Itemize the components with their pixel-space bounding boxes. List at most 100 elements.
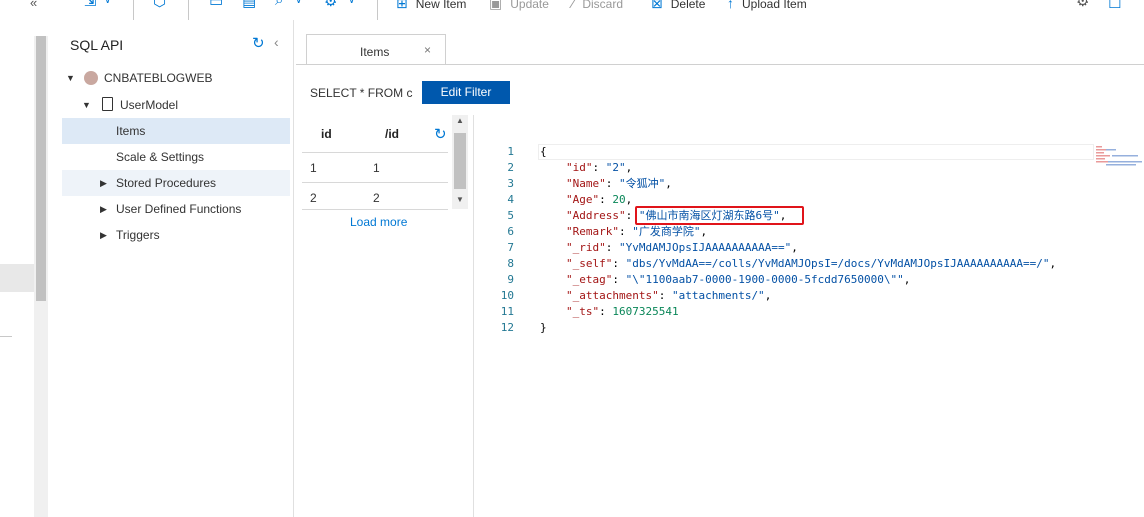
tree-scrollbar-thumb[interactable]	[36, 36, 46, 301]
column-header-id[interactable]: id	[321, 127, 332, 141]
chevron-down-icon[interactable]: ∨	[348, 0, 355, 6]
toolbar-divider	[188, 0, 189, 20]
json-value: "attachments/"	[671, 289, 765, 302]
scale-settings-label: Scale & Settings	[116, 150, 205, 164]
code-line: "_ts": 1607325541	[566, 305, 679, 318]
update-button[interactable]: ▣ Update	[489, 0, 549, 12]
json-value: "广发商学院"	[632, 225, 701, 238]
json-value: "dbs/YvMdAA==/colls/YvMdAMJOpsI=/docs/Yv…	[625, 257, 1050, 270]
documents-scrollbar-thumb[interactable]	[454, 133, 466, 189]
scroll-up-icon[interactable]: ▲	[456, 116, 464, 125]
code-line: {	[540, 145, 547, 158]
tree-item-udfs[interactable]: ▶ User Defined Functions	[62, 196, 290, 222]
discard-icon: ⁄	[572, 0, 575, 11]
json-key: "Age"	[566, 193, 600, 206]
cell-id: 2	[310, 191, 317, 205]
line-number: 12	[500, 321, 514, 334]
json-value: 20	[612, 193, 626, 206]
database-label: CNBATEBLOGWEB	[104, 71, 213, 85]
minimap[interactable]	[1094, 144, 1144, 168]
left-rail	[0, 20, 34, 517]
new-container-icon[interactable]: ⇲	[84, 0, 97, 10]
documents-list: id /id ↻ 1 1 2 2 ▲ ▼ Load more	[302, 115, 468, 517]
cube-icon[interactable]: ⬡	[153, 0, 166, 10]
chevron-down-icon[interactable]: ∨	[295, 0, 302, 6]
upload-item-label: Upload Item	[742, 0, 807, 11]
new-sql-query-icon[interactable]: ▭	[209, 0, 223, 10]
column-header-partition-key[interactable]: /id	[385, 127, 399, 141]
close-icon[interactable]: ×	[424, 43, 431, 57]
toolbar-divider	[377, 0, 378, 20]
gear-icon[interactable]: ⚙	[1076, 0, 1089, 10]
scroll-down-icon[interactable]: ▼	[456, 195, 464, 204]
tree-title: SQL API	[70, 37, 124, 53]
delete-button[interactable]: ⊠ Delete	[651, 0, 705, 12]
tree-item-container[interactable]: ▼ UserModel	[62, 92, 290, 118]
tree-item-stored-procedures[interactable]: ▶ Stored Procedures	[62, 170, 290, 196]
json-key: "_self"	[566, 257, 613, 270]
settings-dropdown-icon[interactable]: ⚙	[324, 0, 337, 10]
cell-id: 1	[310, 161, 317, 175]
tree-item-items[interactable]: Items	[62, 118, 290, 144]
json-key: "_etag"	[566, 273, 613, 286]
tree-scrollbar[interactable]	[34, 36, 48, 517]
tab-items[interactable]: Items ×	[306, 34, 446, 65]
line-number: 8	[507, 257, 514, 270]
edit-filter-button[interactable]: Edit Filter	[422, 81, 510, 104]
documents-scrollbar[interactable]: ▲ ▼	[452, 115, 468, 209]
line-number: 3	[507, 177, 514, 190]
line-number: 5	[507, 209, 514, 222]
row-divider	[302, 209, 448, 210]
tree-item-scale-settings[interactable]: Scale & Settings	[62, 144, 290, 170]
rail-selected-strip[interactable]	[0, 264, 34, 292]
json-key: "Name"	[566, 177, 606, 190]
line-number: 2	[507, 161, 514, 174]
discard-label: Discard	[582, 0, 624, 11]
container-icon	[102, 97, 113, 111]
json-key: "_rid"	[566, 241, 606, 254]
feedback-icon[interactable]: ☐	[1108, 0, 1121, 12]
table-row[interactable]: 1 1	[302, 153, 448, 182]
code-line: }	[540, 321, 547, 334]
new-item-button[interactable]: ⊞ New Item	[396, 0, 466, 12]
json-value: "YvMdAMJOpsIJAAAAAAAAAA=="	[619, 241, 792, 254]
items-label: Items	[116, 124, 146, 138]
json-value: 1607325541	[612, 305, 679, 318]
triggers-label: Triggers	[116, 228, 160, 242]
collapse-tree-icon[interactable]: ‹	[274, 34, 279, 50]
chevron-down-icon[interactable]: ∨	[104, 0, 111, 6]
refresh-documents-icon[interactable]: ↻	[434, 125, 447, 143]
container-label: UserModel	[120, 98, 179, 112]
tree-item-triggers[interactable]: ▶ Triggers	[62, 222, 290, 248]
tree-item-database[interactable]: ▼ CNBATEBLOGWEB	[62, 65, 290, 91]
update-label: Update	[510, 0, 549, 11]
upload-item-button[interactable]: ↑ Upload Item	[727, 0, 807, 11]
load-more-link[interactable]: Load more	[350, 215, 407, 229]
save-icon: ▣	[489, 0, 503, 11]
refresh-icon[interactable]: ↻	[252, 34, 265, 52]
code-line: "Remark": "广发商学院",	[566, 225, 708, 238]
delete-icon: ⊠	[651, 0, 663, 11]
json-key: "Address"	[566, 209, 626, 222]
document-editor[interactable]: 1 2 3 4 5 6 7 8 9 10 11 12 {"id": "2", "Name": "令狐冲"…	[474, 140, 1144, 517]
json-value: "令狐冲"	[619, 177, 666, 190]
address-highlight-box	[635, 206, 804, 225]
discard-button[interactable]: ⁄ Discard	[572, 0, 623, 11]
table-row[interactable]: 2 2	[302, 183, 448, 212]
collapse-icon[interactable]: «	[30, 0, 37, 10]
cell-partition-key: 2	[373, 191, 380, 205]
code-line: "_etag": "\"1100aab7-0000-1900-0000-5fcd…	[566, 273, 911, 286]
toolbar-divider	[133, 0, 134, 20]
line-number: 1	[507, 145, 514, 158]
tab-label: Items	[360, 45, 390, 59]
rail-divider	[0, 336, 12, 337]
query-text: SELECT * FROM c	[310, 86, 413, 100]
caret-right-icon: ▶	[100, 230, 107, 240]
code-line: "_rid": "YvMdAMJOpsIJAAAAAAAAAA==",	[566, 241, 798, 254]
new-stored-procedure-icon[interactable]: ▤	[242, 0, 256, 10]
caret-right-icon: ▶	[100, 204, 107, 214]
code-line: "Name": "令狐冲",	[566, 177, 672, 190]
new-udf-icon[interactable]: ⌕	[275, 0, 283, 9]
json-key: "Remark"	[566, 225, 619, 238]
json-key: "id"	[566, 161, 593, 174]
